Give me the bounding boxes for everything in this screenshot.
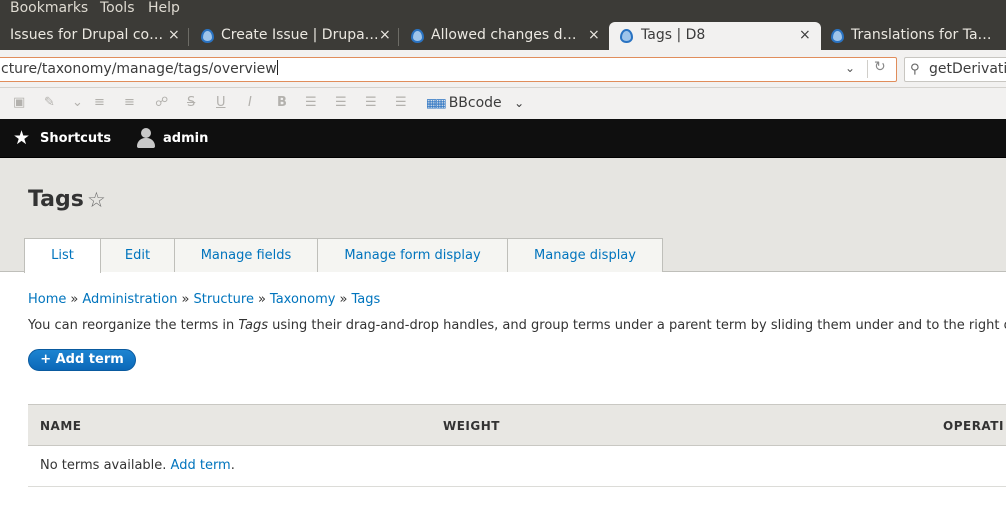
breadcrumb-administration[interactable]: Administration: [82, 292, 177, 307]
link-icon[interactable]: ☍: [155, 95, 168, 111]
tab-manage-form-display[interactable]: Manage form display: [317, 238, 508, 272]
url-divider: [867, 60, 868, 78]
help-text-vocabulary: Tags: [238, 318, 268, 333]
breadcrumb-separator: »: [339, 292, 348, 307]
star-icon: ★: [13, 127, 31, 149]
align-right-icon[interactable]: ☰: [365, 95, 377, 111]
tab-list[interactable]: List: [24, 238, 101, 273]
breadcrumb-tags[interactable]: Tags: [351, 292, 380, 307]
browser-navbar: cture/taxonomy/manage/tags/overview ⌄ ↻ …: [0, 50, 1006, 88]
close-icon[interactable]: ×: [379, 22, 391, 48]
breadcrumb-taxonomy[interactable]: Taxonomy: [270, 292, 336, 307]
toolbar-user[interactable]: admin: [163, 119, 208, 158]
chevron-down-icon[interactable]: ⌄: [845, 61, 855, 75]
search-input[interactable]: ⚲ getDerivati: [904, 57, 1006, 82]
help-text: You can reorganize the terms in Tags usi…: [28, 318, 1006, 333]
column-weight: WEIGHT: [443, 419, 500, 433]
align-left-icon[interactable]: ☰: [335, 95, 347, 111]
empty-message-end: .: [230, 458, 235, 473]
brush-icon[interactable]: ✎: [44, 95, 55, 111]
tab-manage-fields[interactable]: Manage fields: [174, 238, 318, 272]
toolbar-shortcuts[interactable]: Shortcuts: [40, 119, 111, 158]
menu-help[interactable]: Help: [148, 0, 180, 16]
drupal-admin-toolbar: ★ Shortcuts admin: [0, 119, 1006, 158]
browser-tab-translations[interactable]: Translations for Ta…: [821, 22, 1006, 50]
align-justify-icon[interactable]: ☰: [305, 95, 317, 111]
table-header: NAME WEIGHT OPERATI: [28, 404, 1006, 446]
browser-menubar: Bookmarks Tools Help: [0, 0, 1006, 20]
search-icon: ⚲: [910, 62, 920, 77]
bbcode-icon: ▦▦: [426, 96, 447, 110]
drupal-favicon-icon: [831, 29, 844, 43]
add-shortcut-star-icon[interactable]: ☆: [87, 188, 106, 212]
tab-title: Translations for Ta…: [851, 27, 992, 43]
column-operations: OPERATI: [943, 419, 1004, 433]
chevron-down-icon: ⌄: [514, 96, 525, 110]
editor-toolbar: ▣ ✎ ⌄ ≡ ≡ ☍ S U I B ☰ ☰ ☰ ☰ ▦▦ BBcode ⌄: [0, 88, 1006, 119]
breadcrumb-home[interactable]: Home: [28, 292, 66, 307]
browser-tabstrip: Issues for Drupal co… × Create Issue | D…: [0, 20, 1006, 50]
url-text: cture/taxonomy/manage/tags/overview: [1, 61, 277, 77]
address-bar[interactable]: cture/taxonomy/manage/tags/overview: [0, 57, 897, 82]
close-icon[interactable]: ×: [588, 22, 600, 48]
source-icon[interactable]: ▣: [13, 95, 25, 111]
browser-tab-create-issue[interactable]: Create Issue | Drupa… ×: [189, 22, 399, 50]
add-term-link[interactable]: Add term: [171, 458, 231, 473]
bold-icon[interactable]: B: [277, 95, 287, 111]
menu-bookmarks[interactable]: Bookmarks: [10, 0, 88, 16]
breadcrumb-structure[interactable]: Structure: [193, 292, 253, 307]
tab-title: Issues for Drupal co…: [10, 27, 164, 43]
align-center-icon[interactable]: ☰: [395, 95, 407, 111]
drupal-favicon-icon: [411, 29, 424, 43]
column-name: NAME: [40, 419, 82, 433]
tab-title: Allowed changes d…: [431, 27, 577, 43]
menu-tools[interactable]: Tools: [100, 0, 135, 16]
breadcrumb-separator: »: [181, 292, 190, 307]
page-title: Tags: [28, 187, 84, 212]
underline-icon[interactable]: U: [216, 95, 226, 111]
breadcrumb-separator: »: [257, 292, 266, 307]
browser-tab-tags-active[interactable]: Tags | D8 ×: [609, 22, 821, 50]
reload-icon[interactable]: ↻: [874, 59, 886, 75]
format-label: BBcode: [448, 95, 502, 111]
table-row: No terms available. Add term.: [28, 446, 1006, 487]
user-icon: [136, 128, 156, 148]
format-select[interactable]: ▦▦ BBcode ⌄: [426, 94, 524, 112]
tab-title: Tags | D8: [641, 27, 706, 43]
drupal-favicon-icon: [620, 29, 633, 43]
tab-title: Create Issue | Drupa…: [221, 27, 379, 43]
help-text-end: using their drag-and-drop handles, and g…: [267, 318, 1006, 333]
breadcrumb-separator: »: [70, 292, 79, 307]
search-value: getDerivati: [929, 61, 1006, 77]
close-icon[interactable]: ×: [168, 22, 180, 48]
empty-message: No terms available.: [40, 458, 171, 473]
strikethrough-icon[interactable]: S: [187, 95, 195, 111]
chevron-down-icon[interactable]: ⌄: [72, 95, 83, 111]
tab-manage-display[interactable]: Manage display: [507, 238, 663, 272]
numbered-list-icon[interactable]: ≡: [124, 95, 135, 111]
browser-tab-allowed-changes[interactable]: Allowed changes d… ×: [399, 22, 609, 50]
tab-edit[interactable]: Edit: [100, 238, 175, 272]
breadcrumb: Home» Administration» Structure» Taxonomy» T…: [28, 292, 380, 307]
drupal-favicon-icon: [201, 29, 214, 43]
bullet-list-icon[interactable]: ≡: [94, 95, 105, 111]
add-term-button[interactable]: + Add term: [28, 349, 136, 371]
italic-icon[interactable]: I: [248, 95, 252, 111]
browser-tab-issues[interactable]: Issues for Drupal co… ×: [0, 22, 189, 50]
text-caret: [276, 60, 278, 75]
close-icon[interactable]: ×: [799, 22, 811, 48]
help-text-start: You can reorganize the terms in: [28, 318, 239, 333]
